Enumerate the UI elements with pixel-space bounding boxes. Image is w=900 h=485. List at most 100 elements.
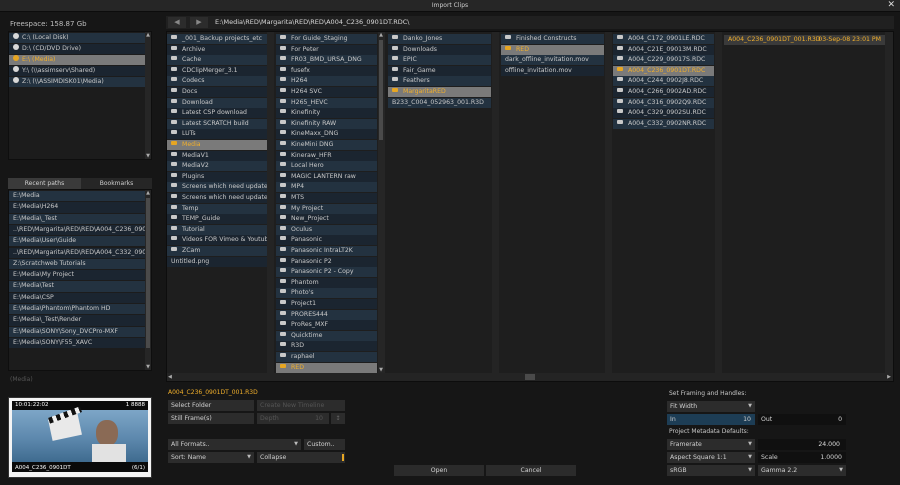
- folder-item[interactable]: PRORES444: [276, 309, 377, 320]
- folder-item[interactable]: ZCam: [167, 246, 267, 256]
- folder-item[interactable]: My Project: [276, 203, 377, 214]
- folder-item[interactable]: Phantom: [276, 277, 377, 288]
- recent-path-item[interactable]: Z:\Scratchweb Tutorials: [9, 258, 146, 270]
- recent-path-item[interactable]: E:\Media\H264: [9, 202, 146, 213]
- folder-item[interactable]: FR03_BMD_URSA_DNG: [276, 55, 377, 66]
- open-button[interactable]: Open: [394, 465, 484, 476]
- recent-path-item[interactable]: E:\Media: [9, 191, 146, 202]
- scroll-down-icon[interactable]: ▼: [145, 153, 151, 159]
- folder-item[interactable]: Oculus: [276, 224, 377, 235]
- file-item[interactable]: B233_C004_052963_001.R3D: [388, 97, 491, 108]
- drive-item[interactable]: E:\ (Media): [9, 55, 146, 65]
- file-item[interactable]: dark_offline_invitation.mov: [501, 55, 604, 66]
- folder-item[interactable]: Videos FOR Vimeo & Youtube: [167, 235, 267, 246]
- drive-item[interactable]: Z:\ (\\ASSIMDISK01\Media): [9, 77, 146, 87]
- folder-item[interactable]: A004_C236_0901DT.RDC: [613, 65, 714, 76]
- scale-field[interactable]: Scale 1.0000: [758, 452, 846, 463]
- folder-item[interactable]: A004_C172_0901LE.RDC: [613, 34, 714, 44]
- framerate-value[interactable]: 24.000: [758, 439, 846, 450]
- folder-item[interactable]: KineMini DNG: [276, 140, 377, 150]
- folder-item[interactable]: Cache: [167, 55, 267, 66]
- aspect-dropdown[interactable]: Aspect Square 1:1 ▼: [667, 452, 755, 463]
- folder-item[interactable]: _001_Backup projects_etc: [167, 34, 267, 44]
- folder-item[interactable]: ProRes_MXF: [276, 320, 377, 331]
- folder-item[interactable]: TEMP_Guide: [167, 214, 267, 225]
- scroll-left-icon[interactable]: ◀: [168, 374, 172, 380]
- folder-item[interactable]: CDClipMerger_3.1: [167, 65, 267, 76]
- folder-item[interactable]: Docs: [167, 87, 267, 97]
- folder-item[interactable]: Temp: [167, 203, 267, 214]
- column-3-scrollbar[interactable]: [492, 32, 499, 373]
- folder-item[interactable]: MTS: [276, 193, 377, 203]
- drive-item[interactable]: D:\ (CD/DVD Drive): [9, 44, 146, 54]
- back-button[interactable]: ◀: [168, 17, 186, 28]
- sort-dropdown[interactable]: Sort: Name ▼: [168, 452, 254, 463]
- folder-item[interactable]: Panasonic P2 - Copy: [276, 267, 377, 278]
- folder-item[interactable]: Photo's: [276, 288, 377, 299]
- folder-item[interactable]: Panasonic: [276, 235, 377, 246]
- colorspace-dropdown[interactable]: sRGB ▼: [667, 465, 755, 476]
- folder-item[interactable]: A004_C21E_09013M.RDC: [613, 44, 714, 55]
- folder-item[interactable]: MediaV2: [167, 161, 267, 172]
- recent-scrollbar[interactable]: ▲ ▼: [145, 190, 151, 370]
- select-folder-button[interactable]: Select Folder: [168, 400, 254, 411]
- folder-item[interactable]: H264 SVC: [276, 87, 377, 97]
- still-frames-button[interactable]: Still Frame(s): [168, 413, 254, 424]
- folder-item[interactable]: New_Project: [276, 214, 377, 225]
- recent-path-item[interactable]: E:\Media\Test: [9, 281, 146, 292]
- scroll-down-icon[interactable]: ▼: [145, 364, 151, 370]
- folder-item[interactable]: H265_HEVC: [276, 97, 377, 108]
- folder-item[interactable]: Panasonic IntraLT2K: [276, 246, 377, 256]
- folder-item[interactable]: Feathers: [388, 76, 491, 87]
- recent-path-item[interactable]: E:\Media\User\Guide: [9, 236, 146, 247]
- recent-path-item[interactable]: ..\RED\Margarita\RED\RED\A004_C236_0901D…: [9, 224, 146, 236]
- folder-item[interactable]: Plugins: [167, 171, 267, 182]
- folder-item[interactable]: Screens which need update in ...: [167, 193, 267, 203]
- column-2-scrollbar[interactable]: ▲ ▼: [378, 32, 385, 373]
- folder-item[interactable]: A004_C316_0902Q9.RDC: [613, 97, 714, 108]
- folder-item[interactable]: RED: [501, 44, 604, 55]
- recent-path-item[interactable]: E:\Media\CSP: [9, 292, 146, 303]
- folder-item[interactable]: EPIC: [388, 55, 491, 66]
- folder-item[interactable]: Fair_Game: [388, 65, 491, 76]
- scroll-right-icon[interactable]: ▶: [887, 374, 891, 380]
- drive-item[interactable]: Y:\ (\\assimserv\Shared): [9, 66, 146, 76]
- folder-item[interactable]: MP4: [276, 182, 377, 193]
- folder-item[interactable]: A004_C332_0902NR.RDC: [613, 118, 714, 129]
- framing-mode-dropdown[interactable]: Fit Width ▼: [667, 401, 755, 412]
- folder-item[interactable]: R3D: [276, 341, 377, 352]
- folder-item[interactable]: A004_C329_0902SU.RDC: [613, 108, 714, 119]
- folder-item[interactable]: Codecs: [167, 76, 267, 87]
- in-field[interactable]: In 10: [667, 414, 755, 425]
- recent-path-item[interactable]: E:\Media\_Test: [9, 213, 146, 224]
- forward-button[interactable]: ▶: [190, 17, 208, 28]
- folder-item[interactable]: Latest SCRATCH build: [167, 118, 267, 129]
- file-item[interactable]: Untitled.png: [167, 256, 267, 267]
- folder-item[interactable]: Tutorial: [167, 224, 267, 235]
- collapse-button[interactable]: Collapse: [257, 452, 345, 463]
- folder-item[interactable]: Media: [167, 140, 267, 150]
- gamma-dropdown[interactable]: Gamma 2.2 ▼: [758, 465, 846, 476]
- folder-item[interactable]: Downloads: [388, 44, 491, 55]
- folder-item[interactable]: fusefx: [276, 65, 377, 76]
- column-1-scrollbar[interactable]: [267, 32, 274, 373]
- folder-item[interactable]: KineMaxx_DNG: [276, 129, 377, 140]
- folder-item[interactable]: A004_C244_0902J8.RDC: [613, 76, 714, 87]
- formats-dropdown[interactable]: All Formats.. ▼: [168, 439, 301, 450]
- folder-item[interactable]: Latest CSP download: [167, 108, 267, 119]
- folder-item[interactable]: H264: [276, 76, 377, 87]
- scroll-thumb[interactable]: [525, 374, 535, 380]
- create-timeline-button[interactable]: Create New Timeline: [257, 400, 345, 411]
- column-4-scrollbar[interactable]: [605, 32, 612, 373]
- folder-item[interactable]: Archive: [167, 44, 267, 55]
- folder-item[interactable]: Local Hero: [276, 161, 377, 172]
- scroll-up-icon[interactable]: ▲: [145, 32, 151, 38]
- folder-item[interactable]: MargaritaRED: [388, 87, 491, 97]
- folder-item[interactable]: raphael: [276, 352, 377, 362]
- folder-item[interactable]: Quicktime: [276, 330, 377, 341]
- folder-item[interactable]: Project1: [276, 299, 377, 309]
- scroll-thumb[interactable]: [146, 198, 150, 348]
- folder-item[interactable]: Kineraw_HFR: [276, 150, 377, 161]
- folder-item[interactable]: For Peter: [276, 44, 377, 55]
- recent-path-item[interactable]: ..\RED\Margarita\RED\RED\A004_C332_0902N…: [9, 247, 146, 258]
